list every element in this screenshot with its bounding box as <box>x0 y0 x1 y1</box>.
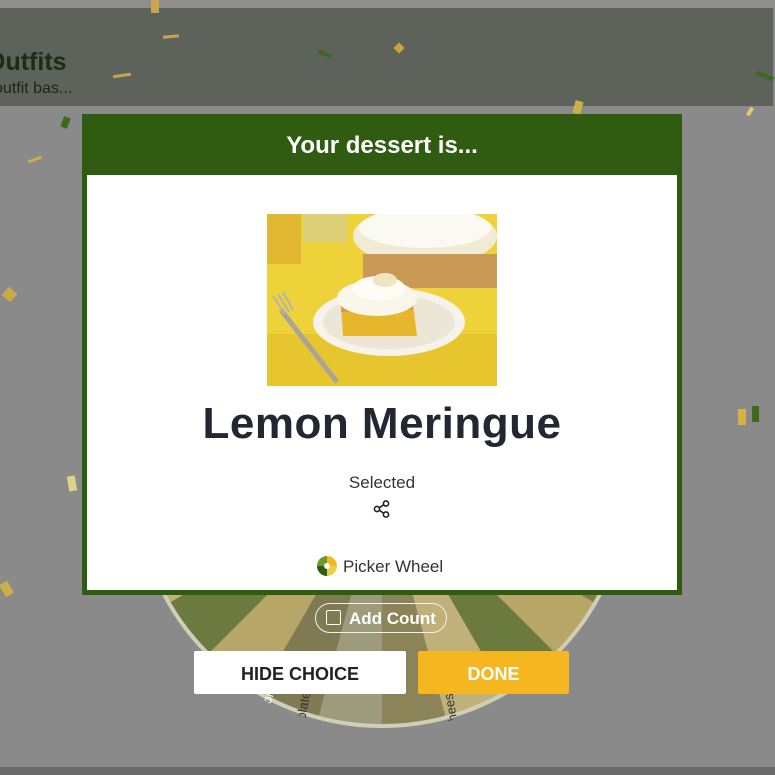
page-header: Outfits outfit bas... <box>0 8 773 106</box>
result-modal: Your dessert is... Lemon Meringue Select… <box>82 114 682 595</box>
result-name: Lemon Meringue <box>202 399 562 448</box>
modal-body: Lemon Meringue Selected Picker Wheel <box>87 175 677 590</box>
picker-wheel-logo-icon <box>317 556 337 576</box>
add-count-label: Add Count <box>349 609 436 628</box>
top-strip <box>0 0 775 8</box>
brand-link[interactable]: Picker Wheel <box>317 555 447 579</box>
share-icon[interactable] <box>372 499 392 519</box>
selected-status: Selected <box>348 473 416 492</box>
brand-name: Picker Wheel <box>343 557 444 576</box>
hide-choice-button[interactable]: HIDE CHOICE <box>194 651 406 694</box>
page-subtitle: outfit bas... <box>0 80 73 97</box>
add-count-toggle[interactable]: Add Count <box>315 603 447 633</box>
done-button[interactable]: DONE <box>418 651 569 694</box>
lemon-meringue-pie-photo <box>267 214 497 386</box>
page-title: Outfits <box>0 48 67 76</box>
bottom-strip <box>0 767 775 775</box>
modal-heading: Your dessert is... <box>286 132 478 159</box>
add-count-checkbox[interactable] <box>326 610 341 625</box>
wheel-label: berry Sh <box>492 703 523 730</box>
